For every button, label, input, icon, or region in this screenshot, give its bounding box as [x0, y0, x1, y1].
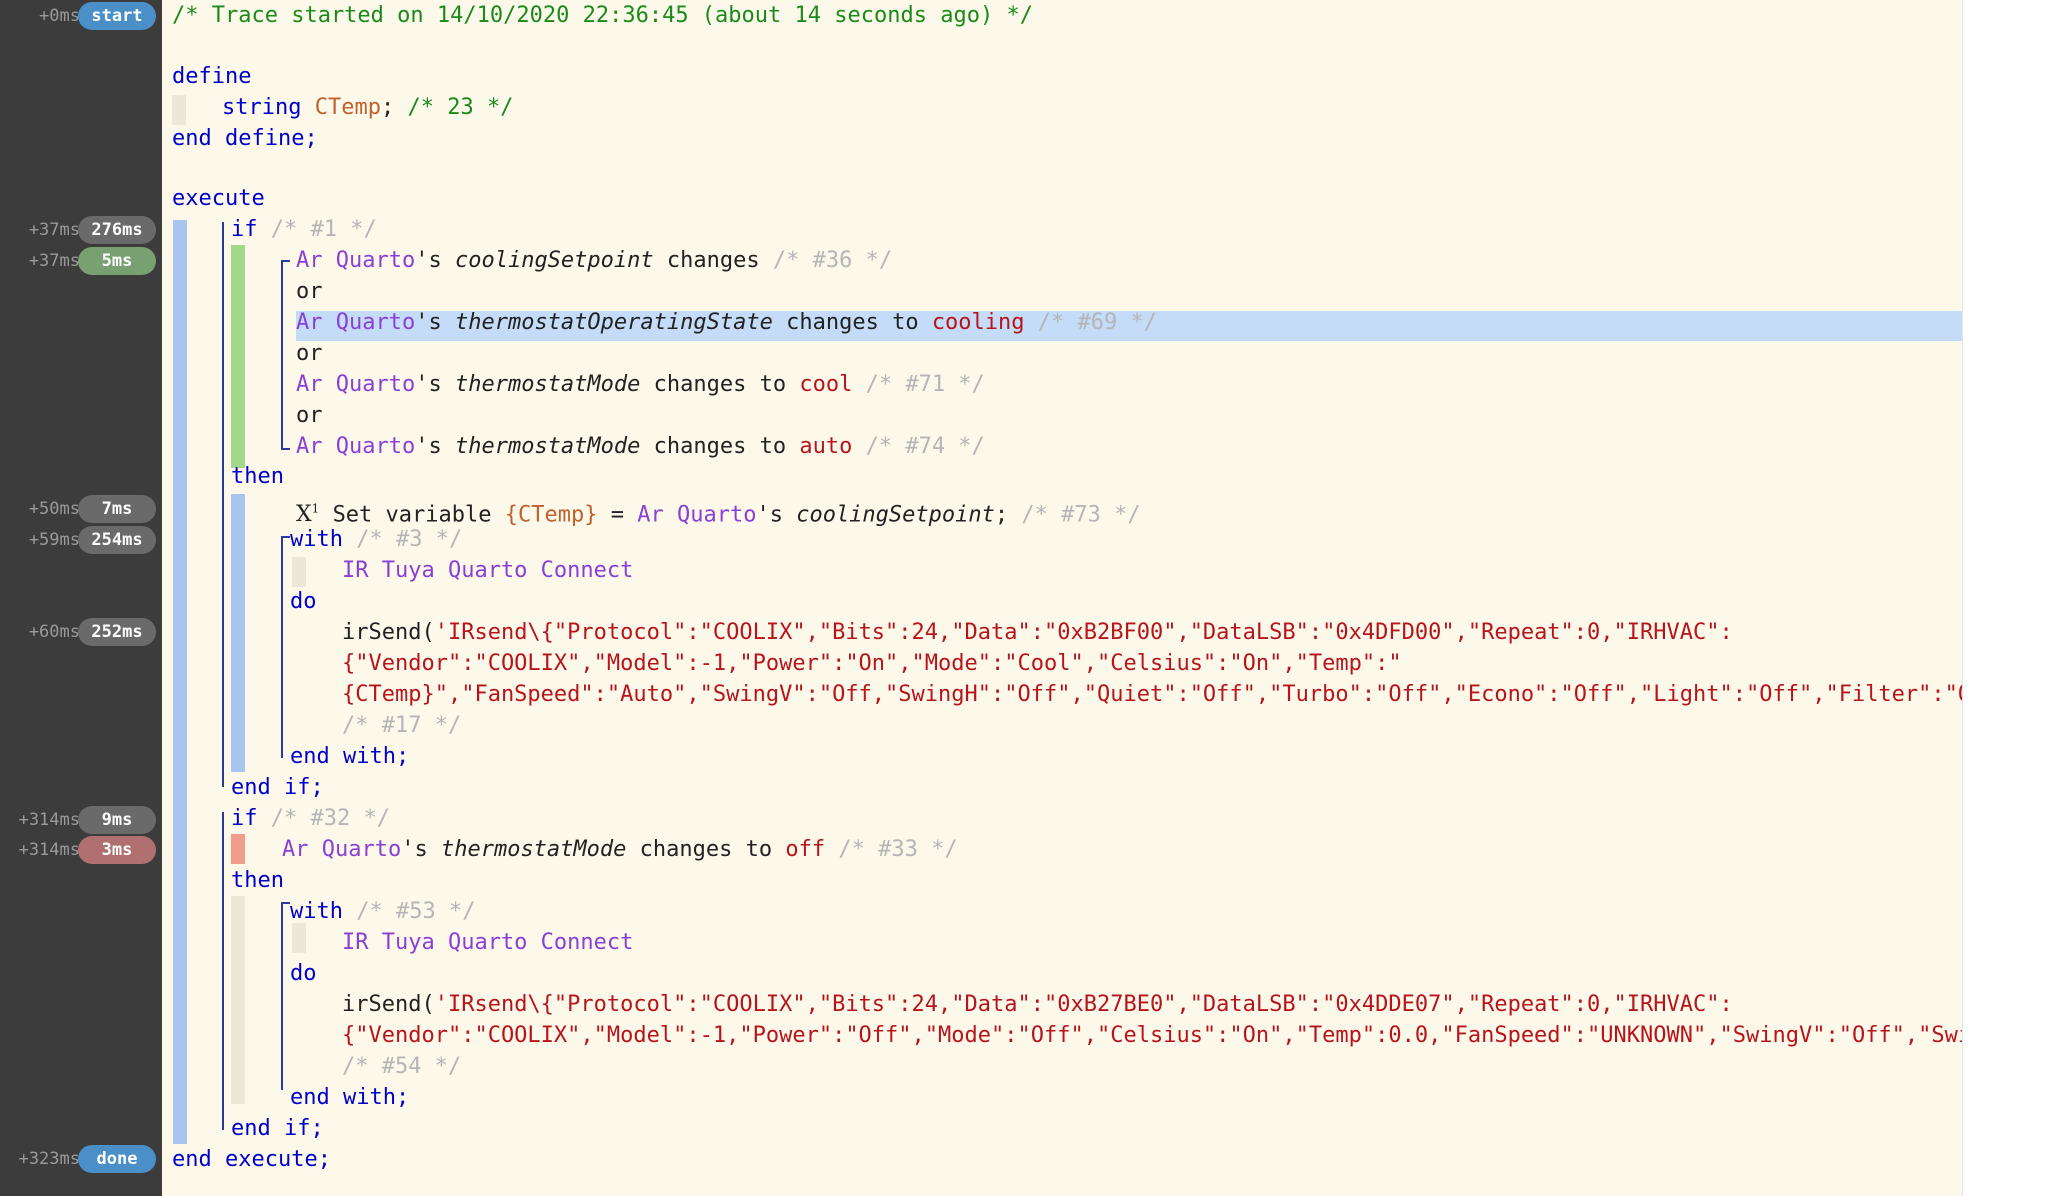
end-if1-line: end if; [231, 775, 324, 800]
right-panel [1962, 0, 2056, 1196]
irsend2-comment: /* #54 */ [342, 1054, 462, 1079]
with2-bracket [281, 902, 283, 1090]
with1-bracket [281, 536, 283, 758]
condition-bracket-top [281, 260, 290, 262]
with1-line: with /* #3 */ [290, 527, 463, 552]
trace-duration-badge[interactable]: 254ms [78, 526, 156, 554]
trace-duration-badge[interactable]: 7ms [78, 495, 156, 523]
or-3: or [296, 403, 323, 428]
irsend1-line2: {"Vendor":"COOLIX","Model":-1,"Power":"O… [342, 651, 1402, 676]
trace-timestamp: +59ms [28, 530, 80, 550]
condition-36[interactable]: Ar Quarto's coolingSetpoint changes /* #… [296, 246, 892, 276]
if2-trace-bar [231, 834, 245, 864]
do1-line: do [290, 589, 317, 614]
define-line: define [172, 64, 252, 89]
then2-skip-bar [231, 896, 245, 1104]
trace-timestamp: +323ms [18, 1149, 80, 1169]
trace-duration-badge[interactable]: 5ms [78, 247, 156, 275]
set-variable-statement[interactable]: X1 Set variable {CTemp} = Ar Quarto's co… [296, 494, 1141, 528]
if2-bracket [222, 812, 224, 1130]
end-define-line: end define; [172, 126, 318, 151]
trace-duration-badge[interactable]: done [78, 1145, 156, 1173]
trace-duration-badge[interactable]: start [78, 2, 156, 30]
condition-bracket [281, 260, 283, 450]
trace-timestamp: +50ms [28, 499, 80, 519]
define-bar [172, 95, 186, 125]
with2-line: with /* #53 */ [290, 899, 476, 924]
code-view: /* Trace started on 14/10/2020 22:36:45 … [162, 0, 1962, 1196]
then1-line: then [231, 464, 284, 489]
do2-line: do [290, 961, 317, 986]
trace-duration-badge[interactable]: 3ms [78, 836, 156, 864]
trace-timestamp: +314ms [18, 840, 80, 860]
trace-gutter: +0ms start +37ms 276ms +37ms 5ms +50ms 7ms +59ms… [0, 0, 162, 1196]
with1-device-bar [292, 557, 306, 587]
with2-device[interactable]: IR Tuya Quarto Connect [342, 928, 633, 958]
variable-declaration: string CTemp; /* 23 */ [222, 95, 514, 120]
condition-bracket-bottom [281, 448, 290, 450]
execute-trace-bar [173, 220, 187, 1144]
irsend1-comment: /* #17 */ [342, 713, 462, 738]
condition-33[interactable]: Ar Quarto's thermostatMode changes to of… [282, 835, 958, 865]
or-2: or [296, 341, 323, 366]
irsend1-line3: {CTemp}","FanSpeed":"Auto","SwingV":"Off… [342, 682, 1962, 707]
end-if2-line: end if; [231, 1116, 324, 1141]
then1-trace-bar [231, 494, 245, 772]
irsend1-line1[interactable]: irSend('IRsend\{"Protocol":"COOLIX","Bit… [342, 618, 1733, 648]
trace-timestamp: +60ms [28, 622, 80, 642]
variable-ctemp[interactable]: CTemp [315, 95, 381, 120]
or-1: or [296, 279, 323, 304]
if1-bracket [222, 222, 224, 787]
condition-69[interactable]: Ar Quarto's thermostatOperatingState cha… [296, 308, 1157, 338]
then2-line: then [231, 868, 284, 893]
with1-device[interactable]: IR Tuya Quarto Connect [342, 556, 633, 586]
trace-duration-badge[interactable]: 276ms [78, 216, 156, 244]
irsend2-line1[interactable]: irSend('IRsend\{"Protocol":"COOLIX","Bit… [342, 990, 1733, 1020]
if1-line: if /* #1 */ [231, 217, 377, 242]
condition-74[interactable]: Ar Quarto's thermostatMode changes to au… [296, 432, 985, 462]
irsend2-line2: {"Vendor":"COOLIX","Model":-1,"Power":"O… [342, 1023, 1962, 1048]
end-execute-line: end execute; [172, 1147, 331, 1172]
trace-timestamp: +37ms [28, 220, 80, 240]
with1-bracket-top [281, 536, 290, 538]
set-variable-icon: X1 [296, 502, 320, 528]
with2-bracket-top [281, 902, 290, 904]
end-with2-line: end with; [290, 1085, 410, 1110]
with2-device-bar [292, 923, 306, 953]
if2-line: if /* #32 */ [231, 806, 390, 831]
trace-timestamp: +314ms [18, 810, 80, 830]
trace-header-comment: /* Trace started on 14/10/2020 22:36:45 … [172, 3, 1033, 28]
trace-duration-badge[interactable]: 9ms [78, 806, 156, 834]
execute-line: execute [172, 186, 265, 211]
if1-trace-bar [231, 245, 245, 468]
trace-timestamp: +0ms [39, 6, 80, 26]
trace-timestamp: +37ms [28, 251, 80, 271]
condition-71[interactable]: Ar Quarto's thermostatMode changes to co… [296, 370, 985, 400]
trace-duration-badge[interactable]: 252ms [78, 618, 156, 646]
end-with1-line: end with; [290, 744, 410, 769]
